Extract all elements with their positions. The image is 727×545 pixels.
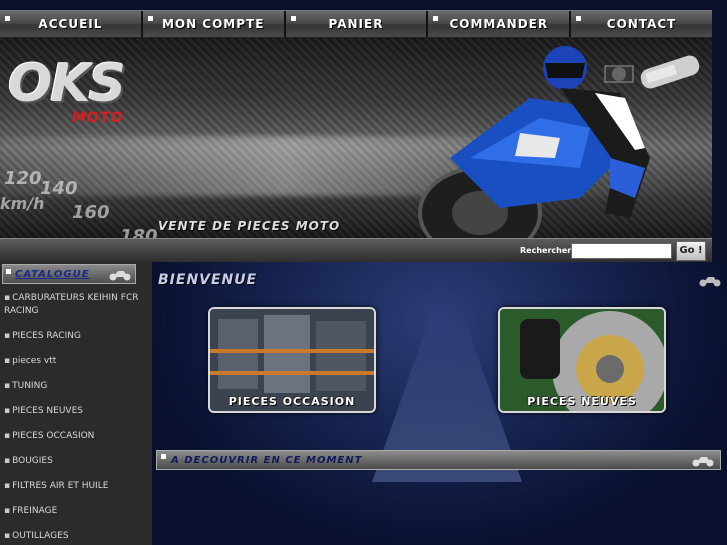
nav-label: CONTACT: [606, 17, 677, 31]
nav-contact[interactable]: CONTACT: [571, 11, 712, 37]
catalogue-item[interactable]: FREINAGE: [0, 505, 152, 518]
catalogue-item[interactable]: PIECES RACING: [0, 330, 152, 343]
motorcycle-icon: [109, 271, 131, 281]
banner-tagline: VENTE DE PIECES MOTO: [158, 219, 341, 233]
header-bullet-icon: [161, 454, 166, 459]
motorcycle-icon: [692, 457, 714, 467]
tile-pieces-neuves[interactable]: PIECES NEUVES: [498, 307, 666, 413]
speedo-number: 180: [120, 226, 158, 238]
catalogue-item[interactable]: PIECES NEUVES: [0, 405, 152, 418]
tile-label: PIECES NEUVES: [527, 395, 637, 408]
nav-label: ACCUEIL: [38, 17, 103, 31]
catalogue-item[interactable]: CARBURATEURS KEIHIN FCR RACING: [0, 292, 152, 318]
header-banner: 120 140 160 180 km/h OKS MOTO VENTE DE P…: [0, 38, 712, 238]
nav-commander[interactable]: COMMANDER: [428, 11, 572, 37]
tile-pieces-occasion[interactable]: PIECES OCCASION: [208, 307, 376, 413]
catalogue-item[interactable]: OUTILLAGES: [0, 530, 152, 543]
catalogue-title: CATALOGUE: [15, 269, 90, 280]
nav-mon-compte[interactable]: MON COMPTE: [142, 11, 286, 37]
main-nav: ACCUEIL MON COMPTE PANIER COMMANDER CONT…: [0, 10, 712, 38]
nav-bullet-icon: [5, 16, 10, 21]
welcome-title: BIENVENUE: [158, 272, 258, 288]
site-logo-sub: MOTO: [72, 110, 124, 126]
search-input[interactable]: [571, 243, 672, 259]
main-content: BIENVENUE PIECES OCCASION PIECES NEUVES …: [152, 262, 727, 545]
nav-panier[interactable]: PANIER: [285, 11, 429, 37]
featured-section-title: A DECOUVRIR EN CE MOMENT: [171, 455, 363, 466]
featured-section-header: A DECOUVRIR EN CE MOMENT: [156, 450, 721, 470]
catalogue-item[interactable]: TUNING: [0, 380, 152, 393]
catalogue-list: CARBURATEURS KEIHIN FCR RACING PIECES RA…: [0, 292, 152, 543]
nav-bullet-icon: [433, 16, 439, 21]
speedo-unit: km/h: [0, 194, 45, 213]
nav-label: MON COMPTE: [161, 17, 265, 31]
nav-bullet-icon: [147, 16, 153, 21]
search-go-button[interactable]: Go !: [676, 241, 706, 261]
search-label: Rechercher: [520, 246, 572, 255]
catalogue-item[interactable]: BOUGIES: [0, 455, 152, 468]
nav-bullet-icon: [290, 16, 296, 21]
site-logo[interactable]: OKS: [8, 58, 126, 110]
nav-accueil[interactable]: ACCUEIL: [0, 11, 143, 37]
motorcycle-icon: [699, 277, 721, 287]
catalogue-header: CATALOGUE: [2, 264, 136, 284]
speedo-number: 120: [4, 168, 42, 189]
tile-label: PIECES OCCASION: [228, 395, 356, 408]
catalogue-item[interactable]: PIECES OCCASION: [0, 430, 152, 443]
catalogue-item[interactable]: FILTRES AIR ET HUILE: [0, 480, 152, 493]
header-bullet-icon: [6, 269, 11, 274]
nav-label: PANIER: [328, 17, 384, 31]
motorcycle-rider-image: [418, 46, 650, 238]
speedo-number: 140: [40, 178, 78, 199]
speedo-number: 160: [72, 202, 110, 223]
nav-bullet-icon: [576, 16, 582, 21]
search-bar: Rechercher Go !: [0, 238, 712, 262]
catalogue-item[interactable]: pieces vtt: [0, 355, 152, 368]
catalogue-sidebar: CATALOGUE CARBURATEURS KEIHIN FCR RACING…: [0, 262, 152, 545]
nav-label: COMMANDER: [449, 17, 549, 31]
page: ACCUEIL MON COMPTE PANIER COMMANDER CONT…: [0, 0, 727, 545]
